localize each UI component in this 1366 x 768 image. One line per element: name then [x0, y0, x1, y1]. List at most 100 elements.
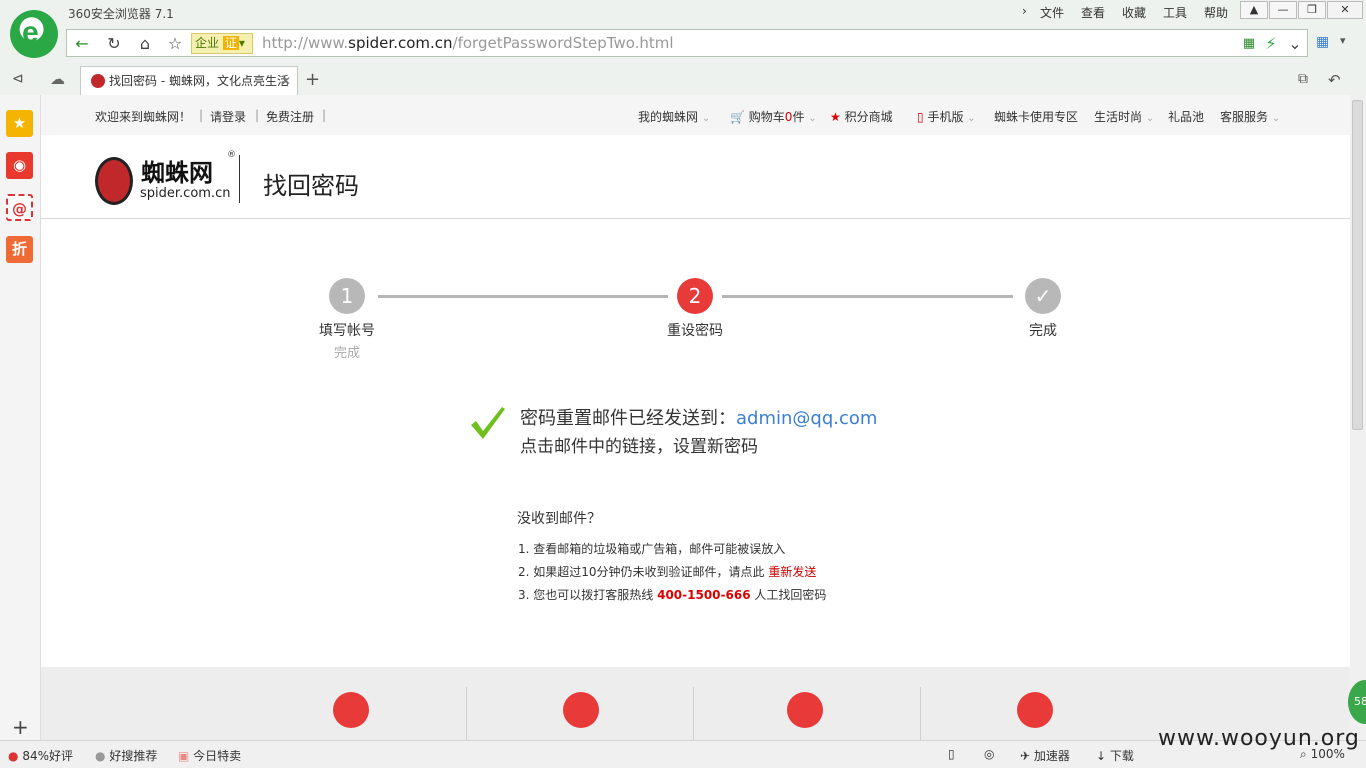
- sidebar-toggle-icon[interactable]: ⊲: [12, 71, 24, 87]
- menu-tools[interactable]: 工具: [1163, 4, 1187, 21]
- cert-label: 证: [222, 36, 239, 50]
- browser-sidebar: ★ ◉ @ 折 +: [0, 95, 41, 740]
- qr-code-icon[interactable]: ▦: [1237, 34, 1261, 54]
- menu-view[interactable]: 查看: [1081, 4, 1105, 21]
- site-top-nav: 欢迎来到蜘蛛网！ | 请登录 | 免费注册 | 我的蜘蛛网 ⌄ 🛒 购物车0件 …: [41, 95, 1350, 135]
- close-button[interactable]: ✕: [1327, 1, 1363, 19]
- dropdown-chevron-icon[interactable]: ⌄: [1283, 34, 1307, 54]
- header-divider: [239, 155, 240, 203]
- url-path: /forgetPasswordStepTwo.html: [452, 34, 674, 52]
- my-spider-link[interactable]: 我的蜘蛛网 ⌄: [638, 108, 710, 125]
- step-connector-2: [722, 295, 1013, 298]
- tip-3: 3. 您也可以拨打客服热线 400-1500-666 人工找回密码: [518, 586, 826, 603]
- cart-prefix: 购物车: [748, 110, 785, 124]
- cart-icon: 🛒: [730, 110, 745, 124]
- tip-1: 1. 查看邮箱的垃圾箱或广告箱，邮件可能被误放入: [518, 542, 786, 556]
- service-label: 客服服务: [1220, 110, 1269, 124]
- instruction-message: 点击邮件中的链接，设置新密码: [520, 437, 758, 457]
- scrollbar[interactable]: [1350, 95, 1366, 740]
- menu-file[interactable]: 文件: [1040, 4, 1064, 21]
- recommend-label: 好搜推荐: [109, 749, 158, 763]
- clean-icon[interactable]: ◎: [984, 747, 994, 761]
- cloud-icon[interactable]: ☁: [50, 70, 65, 88]
- nav-divider: |: [255, 108, 260, 122]
- menu-help[interactable]: 帮助: [1204, 4, 1228, 21]
- scrollbar-thumb[interactable]: [1352, 100, 1363, 430]
- minimize-button[interactable]: —: [1269, 1, 1297, 19]
- menu-favorites[interactable]: 收藏: [1122, 4, 1146, 21]
- spider-logo-icon[interactable]: [95, 157, 133, 205]
- weibo-icon[interactable]: ◉: [6, 152, 33, 179]
- tab-active[interactable]: 找回密码 - 蜘蛛网，文化点亮生活 ✕: [80, 66, 298, 95]
- accelerator-item[interactable]: ✈ 加速器: [1020, 747, 1070, 764]
- mail-icon[interactable]: @: [6, 194, 33, 221]
- gift-icon: ▣: [178, 749, 190, 763]
- download-icon: ↓: [1096, 749, 1107, 763]
- deals-item[interactable]: ▣ 今日特卖: [178, 747, 241, 764]
- new-tab-button[interactable]: +: [305, 69, 320, 90]
- hotline-number: 400-1500-666: [657, 588, 751, 602]
- download-item[interactable]: ↓ 下载: [1096, 747, 1134, 764]
- not-received-heading: 没收到邮件？: [517, 511, 601, 527]
- step-1-label: 填写帐号: [319, 323, 375, 339]
- success-check-icon: [471, 407, 505, 439]
- skin-icon[interactable]: ▲: [1240, 1, 1268, 19]
- tag-icon[interactable]: [333, 692, 369, 728]
- deals-label: 今日特卖: [193, 749, 242, 763]
- star-icon[interactable]: ☆: [163, 34, 187, 54]
- sent-message-text: 密码重置邮件已经发送到：: [520, 408, 736, 429]
- tomato-icon: ●: [8, 749, 19, 763]
- service-link[interactable]: 客服服务 ⌄: [1220, 108, 1280, 125]
- home-icon[interactable]: ⌂: [133, 34, 157, 54]
- phone-icon: ▯: [917, 110, 924, 124]
- web-page: 欢迎来到蜘蛛网！ | 请登录 | 免费注册 | 我的蜘蛛网 ⌄ 🛒 购物车0件 …: [41, 95, 1350, 740]
- 360-browser-logo-icon[interactable]: e: [10, 10, 58, 58]
- recommend-item[interactable]: ● 好搜推荐: [95, 747, 157, 764]
- points-link[interactable]: ★ 积分商城: [830, 108, 893, 125]
- lightning-icon[interactable]: ⚡: [1259, 34, 1283, 54]
- tab-list-icon[interactable]: ⧉: [1298, 71, 1308, 87]
- sent-message: 密码重置邮件已经发送到：admin@qq.com: [520, 404, 877, 430]
- apps-dropdown-icon[interactable]: ▾: [1340, 34, 1346, 47]
- enterprise-button[interactable]: 企业 证 ▾: [191, 33, 253, 54]
- footer-divider: [693, 687, 694, 740]
- mobile-label: 手机版: [927, 110, 964, 124]
- url-text[interactable]: http://www.spider.com.cn/forgetPasswordS…: [262, 34, 674, 52]
- checkmark-icon[interactable]: [787, 692, 823, 728]
- gift-link[interactable]: 礼品池: [1168, 108, 1204, 125]
- add-sidebar-icon[interactable]: +: [12, 715, 29, 739]
- tab-close-icon[interactable]: ✕: [281, 67, 291, 95]
- undo-close-icon[interactable]: ↶: [1328, 71, 1341, 89]
- watermark: www.wooyun.org: [1158, 726, 1360, 751]
- back-icon[interactable]: ←: [70, 34, 94, 54]
- mobile-status-icon[interactable]: ▯: [948, 747, 955, 761]
- refresh-icon[interactable]: ↻: [102, 34, 126, 54]
- favorites-star-icon[interactable]: ★: [6, 110, 33, 137]
- spider-favicon-icon: [91, 74, 105, 88]
- points-label: 积分商城: [844, 110, 893, 124]
- rating-item[interactable]: ● 84%好评: [8, 747, 73, 764]
- maximize-button[interactable]: ❐: [1298, 1, 1326, 19]
- register-link[interactable]: 免费注册: [266, 108, 314, 125]
- receipt-icon[interactable]: [563, 692, 599, 728]
- chevron-right-icon[interactable]: ›: [1022, 4, 1027, 18]
- step-2-circle: 2: [677, 278, 713, 314]
- url-domain: spider.com.cn: [348, 34, 453, 52]
- window-title: 360安全浏览器 7.1: [68, 7, 174, 21]
- life-link[interactable]: 生活时尚 ⌄: [1094, 108, 1154, 125]
- page-title: 找回密码: [263, 172, 359, 200]
- login-link[interactable]: 请登录: [210, 108, 246, 125]
- nav-divider: |: [322, 108, 327, 122]
- badge-icon[interactable]: [1017, 692, 1053, 728]
- resend-link[interactable]: 重新发送: [768, 565, 816, 579]
- browser-chrome: e 360安全浏览器 7.1 › 文件 查看 收藏 工具 帮助 ▲ — ❐ ✕ …: [0, 0, 1366, 95]
- address-bar[interactable]: ← ↻ ⌂ ☆ 企业 证 ▾ http://www.spider.com.cn/f…: [66, 29, 1308, 57]
- discount-icon[interactable]: 折: [6, 236, 33, 263]
- welcome-text: 欢迎来到蜘蛛网！: [95, 110, 192, 124]
- card-zone-link[interactable]: 蜘蛛卡使用专区: [994, 108, 1078, 125]
- mobile-link[interactable]: ▯ 手机版 ⌄: [917, 108, 976, 125]
- sent-email: admin@qq.com: [736, 408, 878, 429]
- apps-grid-icon[interactable]: ▦: [1316, 34, 1332, 50]
- brand-domain: spider.com.cn: [140, 186, 231, 201]
- cart-link[interactable]: 🛒 购物车0件 ⌄: [730, 108, 817, 125]
